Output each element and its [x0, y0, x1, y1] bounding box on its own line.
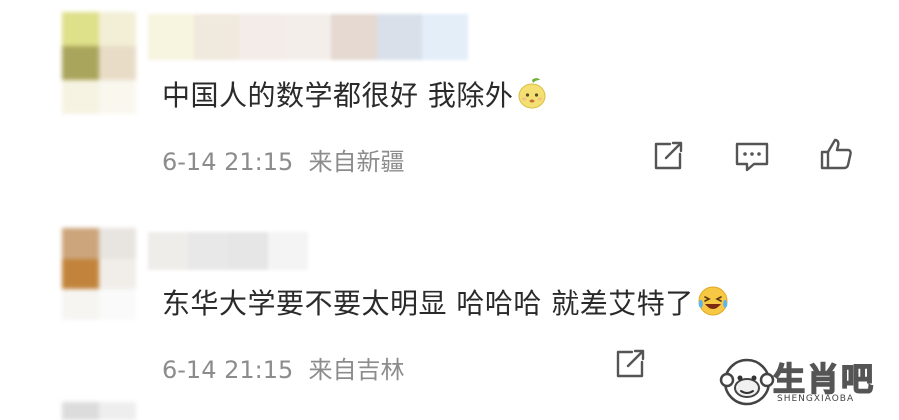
- share-icon[interactable]: [610, 344, 650, 384]
- laughing-crying-emoji: [698, 286, 728, 316]
- location: 来自吉林: [308, 356, 405, 384]
- avatar-blurred[interactable]: [62, 402, 136, 420]
- comment-meta: 6-14 21:15 来自新疆: [162, 142, 405, 177]
- username-blurred[interactable]: [148, 14, 468, 60]
- timestamp: 6-14 21:15: [162, 356, 294, 384]
- username-blurred[interactable]: [148, 232, 308, 270]
- monkey-logo-icon: [719, 358, 775, 406]
- location: 来自新疆: [308, 148, 405, 176]
- comment-text: 中国人的数学都很好 我除外: [162, 79, 514, 112]
- avatar-blurred[interactable]: [62, 228, 136, 320]
- comment-body: 东华大学要不要太明显 哈哈哈 就差艾特了: [162, 282, 730, 322]
- pear-face-emoji: [518, 78, 546, 109]
- comment-text: 东华大学要不要太明显 哈哈哈 就差艾特了: [162, 287, 694, 320]
- like-icon[interactable]: [816, 134, 856, 174]
- comment-body: 中国人的数学都很好 我除外: [162, 74, 549, 114]
- avatar-blurred[interactable]: [62, 12, 136, 114]
- comment-meta: 6-14 21:15 来自吉林: [162, 350, 405, 385]
- comment-icon[interactable]: [732, 136, 772, 176]
- comment-feed: 中国人的数学都很好 我除外 6-14 21:15 来自新疆 东华大学要不要太明显…: [0, 0, 899, 420]
- timestamp: 6-14 21:15: [162, 148, 294, 176]
- watermark: 生肖吧 SHENGXIAOBA: [719, 352, 879, 412]
- share-icon[interactable]: [648, 136, 688, 176]
- watermark-sub-text: SHENGXIAOBA: [777, 394, 855, 404]
